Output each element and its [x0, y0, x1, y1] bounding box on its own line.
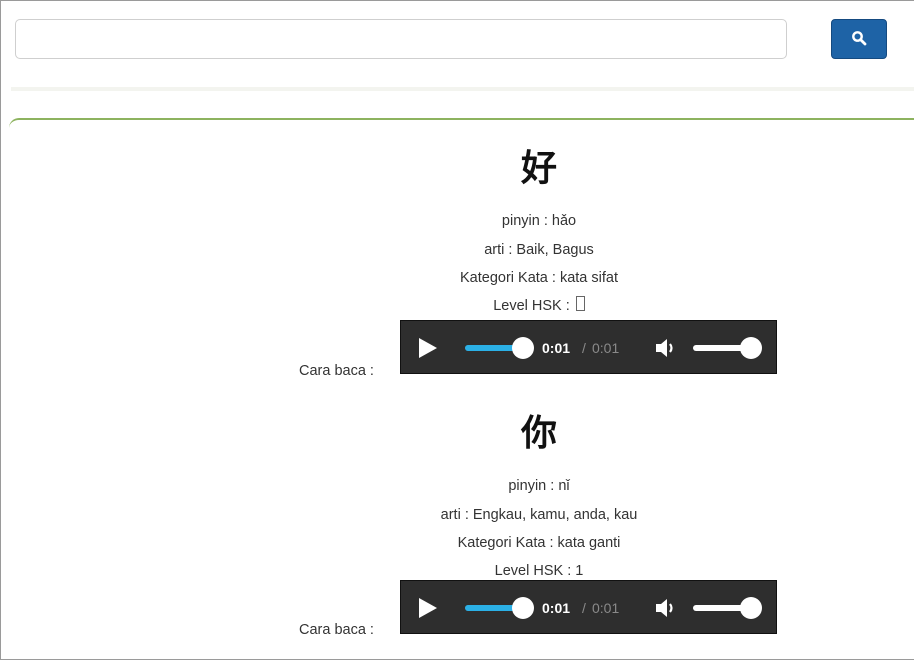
- hanzi-character: 你: [520, 413, 557, 454]
- volume-handle[interactable]: [740, 337, 762, 359]
- page-frame: 好 pinyin : hǎo arti : Baik, Bagus Katego…: [0, 0, 914, 660]
- hsk-level-label: Level HSK :: [494, 563, 576, 579]
- category-text: Kategori Kata : kata sifat: [460, 270, 618, 286]
- pinyin-text: pinyin : nǐ: [508, 478, 570, 494]
- audio-player: 0:01 / 0:01: [400, 580, 777, 634]
- missing-glyph-icon: [575, 296, 585, 311]
- search-button[interactable]: [831, 19, 887, 59]
- seek-slider[interactable]: [465, 597, 534, 619]
- total-time: 0:01: [592, 600, 620, 616]
- current-time: 0:01: [542, 340, 571, 356]
- play-icon[interactable]: [415, 334, 441, 362]
- meaning-text: arti : Baik, Bagus: [484, 242, 594, 258]
- hsk-level-line: Level HSK : 1: [1, 561, 914, 581]
- current-time: 0:01: [542, 600, 571, 616]
- search-input[interactable]: [15, 19, 787, 59]
- search-icon: [851, 30, 867, 49]
- meaning-text: arti : Engkau, kamu, anda, kau: [440, 507, 638, 523]
- category-text: Kategori Kata : kata ganti: [457, 535, 621, 551]
- time-separator: /: [582, 600, 586, 616]
- volume-slider[interactable]: [693, 337, 762, 359]
- play-icon[interactable]: [415, 594, 441, 622]
- total-time: 0:01: [592, 340, 620, 356]
- hsk-level-value: 1: [575, 563, 584, 579]
- volume-icon[interactable]: [653, 594, 681, 622]
- hsk-level-label: Level HSK :: [493, 298, 574, 314]
- pronunciation-label: Cara baca :: [299, 363, 374, 379]
- volume-slider[interactable]: [693, 597, 762, 619]
- seek-handle[interactable]: [512, 597, 534, 619]
- pronunciation-label: Cara baca :: [299, 622, 374, 638]
- seek-handle[interactable]: [512, 337, 534, 359]
- hsk-level-line: Level HSK :: [1, 296, 914, 316]
- hanzi-character: 好: [520, 148, 557, 189]
- seek-slider[interactable]: [465, 337, 534, 359]
- time-separator: /: [582, 340, 586, 356]
- volume-icon[interactable]: [653, 334, 681, 362]
- pinyin-text: pinyin : hǎo: [501, 213, 577, 229]
- audio-player: 0:01 / 0:01: [400, 320, 777, 374]
- header-divider: [11, 87, 914, 91]
- volume-handle[interactable]: [740, 597, 762, 619]
